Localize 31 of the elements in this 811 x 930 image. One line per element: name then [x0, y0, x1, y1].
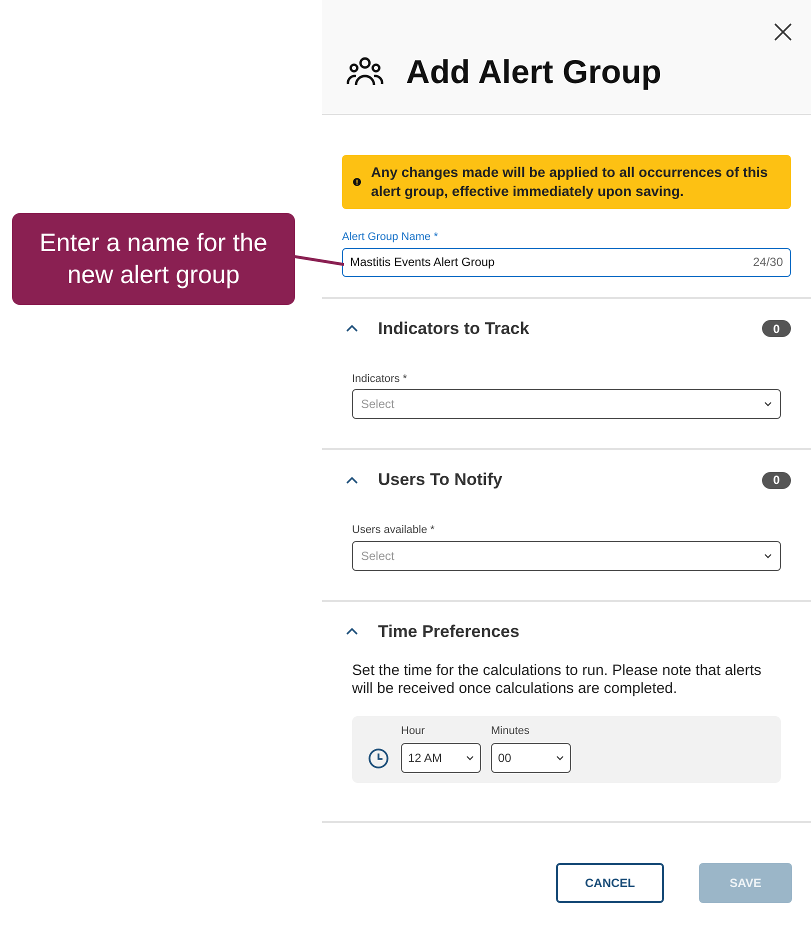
field-label: Hour: [401, 724, 426, 739]
callout-note: Enter a name for the new alert group: [12, 213, 295, 305]
section-toggle[interactable]: Users To Notify: [342, 467, 502, 493]
alert-icon: [353, 175, 362, 189]
field-label: Users available *: [352, 523, 436, 538]
close-button[interactable]: [773, 22, 793, 42]
people-icon: [346, 57, 384, 87]
count-badge: 0: [762, 320, 791, 337]
chevron-icon: [346, 476, 358, 484]
field-label: Indicators *: [352, 372, 408, 386]
field-label: Minutes: [491, 724, 531, 739]
caret-icon: [556, 754, 564, 760]
time-dropdown[interactable]: 00: [491, 742, 571, 772]
clock-icon: [368, 748, 389, 768]
warning-text: Any changes made will be applied to all occurrences of this alert group, effective immediately upon saving.: [371, 163, 769, 201]
section-toggle[interactable]: Time Preferences: [342, 618, 520, 644]
caret-icon: [466, 754, 474, 760]
count-badge: 0: [762, 472, 791, 488]
dialog-title: Add Alert Group: [406, 52, 662, 92]
character-counter: 24/30: [752, 254, 783, 271]
section-toggle[interactable]: Indicators to Track: [342, 316, 530, 342]
field-label: Alert Group Name *: [342, 230, 439, 245]
caret-icon: [764, 401, 772, 407]
chevron-icon: [346, 324, 358, 333]
name-input[interactable]: Mastitis Events Alert Group 24/30: [342, 248, 791, 276]
caret-icon: [764, 552, 772, 558]
time-dropdown[interactable]: 12 AM: [401, 742, 481, 772]
cancel-button[interactable]: CANCEL: [556, 862, 664, 902]
leader-line: [294, 255, 344, 266]
description-text: Set the time for the calculations to run. Please note that alerts will be received once calculations are completed.: [352, 662, 762, 698]
chevron-icon: [346, 627, 358, 636]
